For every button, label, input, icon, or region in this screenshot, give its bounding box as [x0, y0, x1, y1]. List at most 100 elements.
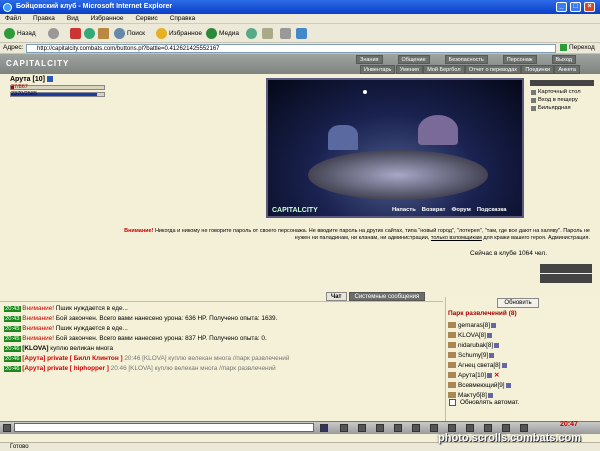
forward-button[interactable] [48, 27, 61, 40]
print-button[interactable] [280, 27, 293, 40]
location-scene[interactable] [266, 78, 524, 218]
home-button[interactable] [98, 27, 111, 40]
forum-link[interactable]: Форум [451, 207, 470, 213]
private-message-icon[interactable] [448, 392, 456, 399]
thieves-link[interactable]: только взломщикам [431, 235, 482, 241]
info-icon[interactable] [489, 352, 495, 358]
user-item[interactable]: Агнец света[8] [448, 361, 511, 371]
clear-icon[interactable] [340, 424, 348, 432]
tab-system-messages[interactable]: Системные сообщения [348, 292, 426, 301]
address-input[interactable]: http://capitalcity.combats.com/buttons.p… [26, 44, 556, 53]
info-icon[interactable] [490, 322, 496, 328]
auto-update-checkbox[interactable]: Обновлять автомат. [449, 399, 519, 406]
user-item[interactable]: gemaras[8] [448, 321, 511, 331]
nav-profile[interactable]: Анкета [554, 65, 580, 74]
smile-icon[interactable] [358, 424, 366, 432]
private-message-icon[interactable] [448, 372, 456, 379]
menu-favorites[interactable]: Избранное [86, 14, 129, 22]
game-clock: 20:47 [560, 421, 578, 428]
nav-fights[interactable]: Поединки [521, 65, 555, 74]
menu-view[interactable]: Вид [62, 14, 84, 22]
people-icon[interactable] [448, 424, 456, 432]
cave-entrance-link[interactable]: Вход в пещеру [530, 97, 594, 103]
private-message-icon[interactable] [448, 352, 456, 359]
user-item[interactable]: Schumy[9] [448, 351, 511, 361]
hint-link[interactable]: Подсказка [477, 207, 507, 213]
chat-line: 20:45 Внимание! Пшик нуждается в еде... [4, 325, 128, 332]
stop-button[interactable] [70, 27, 83, 40]
edit-button[interactable] [296, 27, 309, 40]
back-button[interactable]: Назад [4, 27, 36, 40]
nav-inventory[interactable]: Инвентарь [360, 65, 396, 74]
media-button[interactable]: Медиа [206, 27, 239, 40]
info-icon[interactable] [494, 342, 500, 348]
toolbar: Назад Поиск Избранное Медиа [0, 24, 600, 43]
window-title: Бойцовский клуб - Microsoft Internet Exp… [16, 3, 173, 10]
chat-line: 20:46 [Арута] private [ hiphopper ] 20:4… [4, 365, 276, 372]
nav-character[interactable]: Персонаж [502, 55, 537, 64]
filter-icon[interactable] [376, 424, 384, 432]
go-button[interactable]: Переход [560, 44, 595, 51]
checkbox-icon[interactable] [449, 399, 456, 406]
nav-communication[interactable]: Общение [397, 55, 430, 64]
minimize-button[interactable]: _ [556, 2, 567, 12]
battle-icon[interactable] [466, 424, 474, 432]
mail-button[interactable] [262, 27, 275, 40]
user-item[interactable]: Всевмеющий[9] [448, 381, 511, 391]
settings-icon[interactable] [502, 424, 510, 432]
send-icon[interactable] [320, 424, 328, 432]
translit-icon[interactable] [394, 424, 402, 432]
chat-line: 20:43 Внимание! Бой закончен. Всего вами… [4, 315, 278, 322]
counter-badge[interactable] [540, 274, 592, 283]
nav-security[interactable]: Безопасность [444, 55, 488, 64]
billiard-link[interactable]: Бильярдная [530, 105, 594, 111]
info-icon[interactable] [46, 76, 53, 83]
private-message-icon[interactable] [448, 362, 456, 369]
player-name[interactable]: Арута [10] [10, 76, 53, 83]
refresh-users-button[interactable]: Обновить [497, 298, 539, 308]
scene-building[interactable] [418, 115, 458, 145]
history-button[interactable] [246, 27, 259, 40]
menu-tools[interactable]: Сервис [130, 14, 162, 22]
user-item[interactable]: Арута[10] ✕ [448, 371, 511, 381]
private-message-icon[interactable] [448, 382, 456, 389]
counter-badge[interactable] [540, 264, 592, 273]
info-icon[interactable] [487, 392, 493, 398]
speaker-icon[interactable] [3, 424, 11, 432]
chat-tabs: Чат Системные сообщения [326, 292, 426, 301]
chat-input[interactable] [14, 423, 314, 432]
mail-icon[interactable] [430, 424, 438, 432]
window-title-bar: Бойцовский клуб - Microsoft Internet Exp… [0, 0, 600, 14]
scroll-icon[interactable] [412, 424, 420, 432]
attack-link[interactable]: Напасть [392, 207, 416, 213]
maximize-button[interactable]: □ [570, 2, 581, 12]
search-button[interactable]: Поиск [114, 27, 145, 40]
nav-knowledge[interactable]: Знания [356, 55, 383, 64]
info-icon[interactable] [487, 372, 493, 378]
menu-edit[interactable]: Правка [28, 14, 60, 22]
scene-tower[interactable] [328, 125, 358, 150]
private-message-icon[interactable] [448, 322, 456, 329]
nav-transfers[interactable]: Отчет о переводах [464, 65, 522, 74]
close-button[interactable]: × [584, 2, 595, 12]
info-icon[interactable] [486, 332, 492, 338]
return-link[interactable]: Возврат [422, 207, 446, 213]
info-icon[interactable] [505, 382, 511, 388]
private-message-icon[interactable] [448, 332, 456, 339]
nav-bergbol[interactable]: Мой Бергбол [423, 65, 465, 74]
nav-exit[interactable]: Выход [551, 55, 576, 64]
help-icon[interactable] [484, 424, 492, 432]
refresh-button[interactable] [84, 27, 97, 40]
favorites-button[interactable]: Избранное [156, 27, 202, 40]
scene-links: Напасть Возврат Форум Подсказка [392, 207, 507, 213]
private-message-icon[interactable] [448, 342, 456, 349]
card-table-link[interactable]: Карточный стол [530, 89, 594, 95]
menu-file[interactable]: Файл [0, 14, 26, 22]
tab-chat[interactable]: Чат [326, 292, 347, 301]
user-item[interactable]: KLOVA[8] [448, 331, 511, 341]
menu-help[interactable]: Справка [165, 14, 201, 22]
nav-skills[interactable]: Умения [395, 65, 423, 74]
exit-icon[interactable] [520, 424, 528, 432]
user-item[interactable]: nidarubak[8] [448, 341, 511, 351]
info-icon[interactable] [501, 362, 507, 368]
